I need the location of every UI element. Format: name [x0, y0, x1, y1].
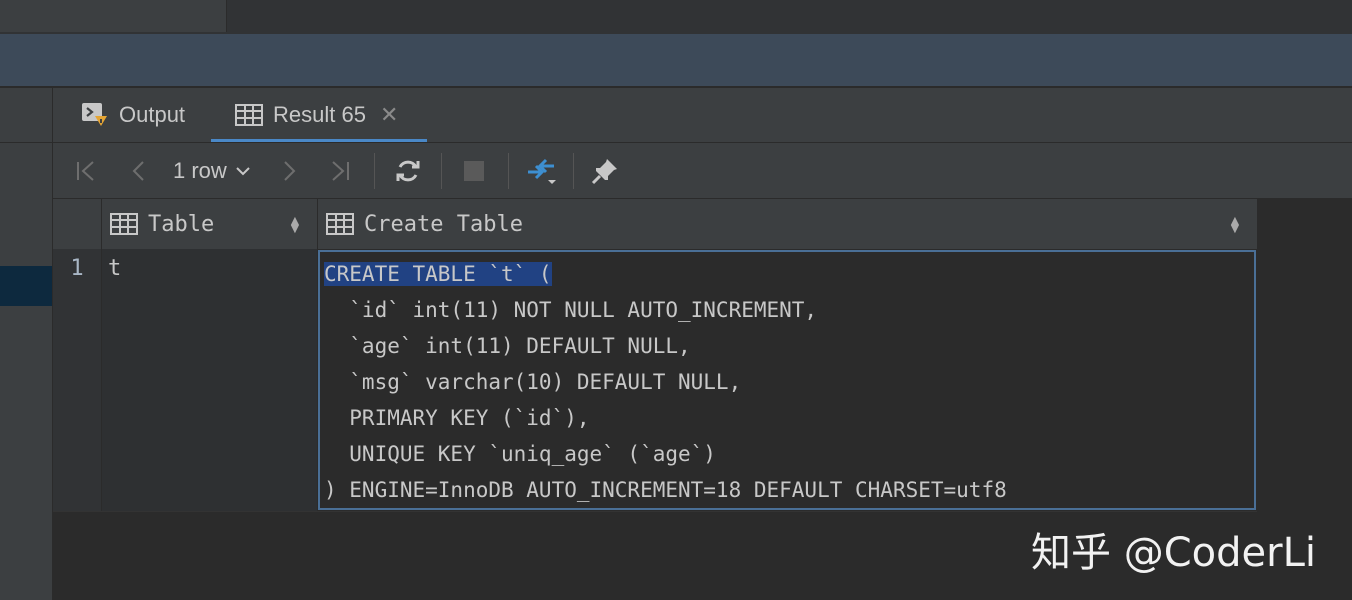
code-line: `msg` varchar(10) DEFAULT NULL,: [324, 370, 742, 394]
console-icon: [81, 102, 109, 128]
column-header-label: Create Table: [364, 211, 523, 237]
table-column-background: [102, 249, 317, 511]
previous-page-icon[interactable]: [123, 143, 153, 198]
left-side-panel: [0, 88, 53, 600]
compare-icon[interactable]: [521, 143, 561, 198]
column-header-create-table[interactable]: Create Table: [326, 199, 523, 249]
left-panel-selected-row[interactable]: [0, 266, 52, 306]
table-icon: [326, 213, 354, 235]
results-tab-bar: Output Result 65 ✕: [53, 88, 1352, 143]
column-header-table[interactable]: Table: [110, 199, 214, 249]
grid-header: [53, 199, 1257, 249]
editor-area-strip: [0, 34, 1352, 86]
watermark: 知乎 @CoderLi: [1031, 530, 1316, 576]
code-line: ) ENGINE=InnoDB AUTO_INCREMENT=18 DEFAUL…: [324, 478, 1007, 502]
refresh-icon[interactable]: [391, 143, 425, 198]
divider: [53, 511, 1257, 512]
pin-icon[interactable]: [587, 143, 623, 198]
close-icon[interactable]: ✕: [380, 102, 398, 128]
next-page-icon[interactable]: [275, 143, 305, 198]
active-tab-indicator: [211, 139, 427, 142]
rows-count-dropdown[interactable]: 1 row: [173, 143, 251, 198]
table-cell[interactable]: t: [108, 256, 121, 281]
sort-icon[interactable]: ▲ ▼: [1228, 199, 1242, 249]
toolbar-divider: [573, 153, 574, 189]
editor-tab[interactable]: [0, 0, 227, 32]
rows-count-label: 1 row: [173, 157, 227, 183]
column-divider: [101, 199, 102, 511]
table-icon: [110, 213, 138, 235]
stop-icon[interactable]: [457, 143, 491, 198]
code-line: PRIMARY KEY (`id`),: [324, 406, 590, 430]
row-number: 1: [70, 256, 84, 281]
tab-result-label: Result 65: [273, 102, 366, 127]
code-line: UNIQUE KEY `uniq_age` (`age`): [324, 442, 716, 466]
row-number-column: [53, 249, 102, 511]
column-header-label: Table: [148, 211, 215, 237]
sort-icon[interactable]: ▲ ▼: [288, 199, 302, 249]
code-line: `age` int(11) DEFAULT NULL,: [324, 334, 691, 358]
divider: [0, 142, 52, 143]
code-line: `id` int(11) NOT NULL AUTO_INCREMENT,: [324, 298, 818, 322]
create-table-text[interactable]: CREATE TABLE `t` ( `id` int(11) NOT NULL…: [324, 256, 1007, 508]
toolbar-divider: [508, 153, 509, 189]
first-page-icon[interactable]: [71, 143, 101, 198]
last-page-icon[interactable]: [325, 143, 355, 198]
toolbar-divider: [441, 153, 442, 189]
selected-text: CREATE TABLE `t` (: [324, 262, 552, 286]
table-icon: [235, 104, 263, 126]
tab-result[interactable]: Result 65 ✕: [211, 88, 420, 142]
toolbar-divider: [374, 153, 375, 189]
code-line: CREATE TABLE `t` (: [324, 256, 1007, 292]
tab-output-label: Output: [119, 102, 186, 127]
chevron-down-icon: [235, 166, 251, 176]
tab-output[interactable]: Output: [81, 88, 185, 142]
results-toolbar: 1 row: [53, 143, 1352, 199]
